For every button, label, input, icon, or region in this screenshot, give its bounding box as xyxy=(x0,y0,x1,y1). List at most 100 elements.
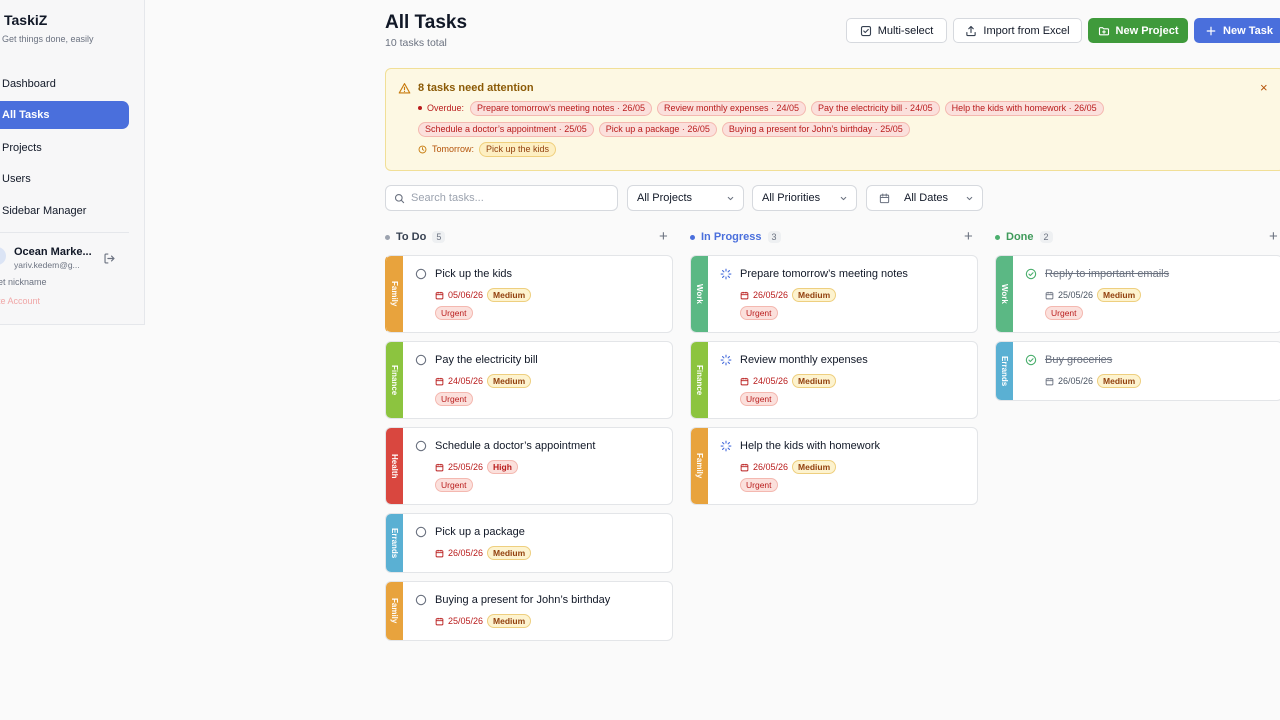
due-date: 25/05/26 xyxy=(1058,290,1094,300)
category-label: Family xyxy=(695,453,704,479)
column-title: In Progress xyxy=(701,231,762,243)
calendar-icon xyxy=(435,549,444,557)
search-icon xyxy=(394,193,405,203)
projects-filter[interactable]: All Projects xyxy=(627,185,744,211)
task-meta: 24/05/26 Medium xyxy=(740,374,837,388)
priority-badge: Medium xyxy=(487,614,532,628)
priority-badge: Medium xyxy=(1097,288,1142,302)
task-card[interactable]: Family Buying a present for John’s birth… xyxy=(385,581,673,641)
user-email: yariv.kedem@g... xyxy=(14,260,80,270)
task-title: Buying a present for John’s birthday xyxy=(435,594,611,606)
overdue-chip[interactable]: Pay the electricity bill · 24/05 xyxy=(811,100,940,116)
tomorrow-row: Tomorrow: Pick up the kids xyxy=(418,141,557,157)
task-title: Reply to important emails xyxy=(1045,268,1170,280)
task-card[interactable]: Health Schedule a doctor’s appointment 2… xyxy=(385,427,673,505)
sidebar-item-all-tasks[interactable]: All Tasks xyxy=(0,101,129,129)
new-task-button[interactable]: New Task xyxy=(1194,18,1280,43)
urgent-badge: Urgent xyxy=(435,392,473,406)
task-title: Prepare tomorrow’s meeting notes xyxy=(740,268,908,280)
logout-icon[interactable] xyxy=(103,252,116,265)
category-label: Finance xyxy=(390,364,399,396)
due-date: 24/05/26 xyxy=(753,376,789,386)
circle-icon[interactable] xyxy=(415,594,427,606)
circle-icon[interactable] xyxy=(415,268,427,280)
column-title: Done xyxy=(1006,231,1034,243)
due-date: 26/05/26 xyxy=(1058,376,1094,386)
clock-icon xyxy=(418,145,427,153)
column-count: 5 xyxy=(432,231,446,243)
avatar[interactable] xyxy=(0,247,6,265)
task-card[interactable]: Finance Review monthly expenses 24/05/26… xyxy=(690,341,978,419)
circle-icon[interactable] xyxy=(415,354,427,366)
priority-badge: High xyxy=(487,460,518,474)
delete-account-link[interactable]: te Account xyxy=(0,296,40,306)
task-card[interactable]: Errands Buy groceries 26/05/26 Medium xyxy=(995,341,1280,401)
task-title: Review monthly expenses xyxy=(740,354,868,366)
task-card[interactable]: Family Help the kids with homework 26/05… xyxy=(690,427,978,505)
sidebar-item-sidebar-manager[interactable]: Sidebar Manager xyxy=(0,197,129,225)
circle-icon[interactable] xyxy=(415,440,427,452)
import-excel-button[interactable]: Import from Excel xyxy=(953,18,1082,43)
close-icon[interactable]: × xyxy=(1260,81,1268,94)
overdue-chip[interactable]: Buying a present for John’s birthday · 2… xyxy=(721,121,910,137)
upload-icon xyxy=(966,25,977,36)
tomorrow-chip[interactable]: Pick up the kids xyxy=(479,141,557,157)
priority-badge: Medium xyxy=(487,288,532,302)
sidebar-item-users[interactable]: Users xyxy=(0,165,129,193)
task-card[interactable]: Family Pick up the kids 05/06/26 Medium … xyxy=(385,255,673,333)
task-title: Pick up a package xyxy=(435,526,525,538)
sidebar-item-dashboard[interactable]: Dashboard xyxy=(0,70,129,98)
new-project-button[interactable]: New Project xyxy=(1088,18,1188,43)
chevron-down-icon xyxy=(727,196,734,201)
add-task-icon[interactable]: + xyxy=(1269,229,1278,245)
loader-icon[interactable] xyxy=(720,268,732,280)
task-meta: 25/05/26 Medium xyxy=(1045,288,1142,302)
multi-select-button[interactable]: Multi-select xyxy=(846,18,947,43)
task-card[interactable]: Work Prepare tomorrow’s meeting notes 26… xyxy=(690,255,978,333)
add-task-icon[interactable]: + xyxy=(659,229,668,245)
urgent-badge: Urgent xyxy=(435,306,473,320)
search-input[interactable] xyxy=(411,192,601,204)
task-meta: 05/06/26 Medium xyxy=(435,288,532,302)
priorities-filter[interactable]: All Priorities xyxy=(752,185,857,211)
loader-icon[interactable] xyxy=(720,354,732,366)
set-nickname-link[interactable]: et nickname xyxy=(0,277,47,287)
sidebar-item-projects[interactable]: Projects xyxy=(0,134,129,162)
circle-icon[interactable] xyxy=(415,526,427,538)
overdue-chip[interactable]: Help the kids with homework · 26/05 xyxy=(944,100,1104,116)
chevron-down-icon xyxy=(966,196,973,201)
new-task-label: New Task xyxy=(1223,24,1273,37)
overdue-chip[interactable]: Prepare tomorrow’s meeting notes · 26/05 xyxy=(470,100,652,116)
task-card[interactable]: Finance Pay the electricity bill 24/05/2… xyxy=(385,341,673,419)
category-tag: Work xyxy=(691,256,708,332)
add-task-icon[interactable]: + xyxy=(964,229,973,245)
overdue-chip[interactable]: Review monthly expenses · 24/05 xyxy=(656,100,807,116)
priority-badge: Medium xyxy=(792,374,837,388)
tomorrow-label: Tomorrow: xyxy=(432,144,475,154)
category-tag: Family xyxy=(386,582,403,640)
task-meta: 26/05/26 Medium xyxy=(740,288,837,302)
urgent-badge: Urgent xyxy=(1045,306,1083,320)
brand-name: TaskiZ xyxy=(4,12,48,28)
dates-filter[interactable]: All Dates xyxy=(866,185,983,211)
category-tag: Family xyxy=(386,256,403,332)
task-title: Schedule a doctor’s appointment xyxy=(435,440,596,452)
sidebar: TaskiZ Get things done, easily Dashboard… xyxy=(0,0,145,325)
calendar-icon xyxy=(740,377,749,385)
user-name: Ocean Marke... xyxy=(14,246,92,258)
task-card[interactable]: Work Reply to important emails 25/05/26 … xyxy=(995,255,1280,333)
calendar-icon xyxy=(435,617,444,625)
check-circle-icon[interactable] xyxy=(1025,268,1037,280)
overdue-chip[interactable]: Schedule a doctor’s appointment · 25/05 xyxy=(418,121,594,137)
status-dot-icon xyxy=(690,234,695,240)
task-card[interactable]: Errands Pick up a package 26/05/26 Mediu… xyxy=(385,513,673,573)
column-header-todo: To Do 5 xyxy=(385,229,446,245)
loader-icon[interactable] xyxy=(720,440,732,452)
overdue-chip[interactable]: Pick up a package · 26/05 xyxy=(598,121,717,137)
due-date: 05/06/26 xyxy=(448,290,484,300)
check-circle-icon[interactable] xyxy=(1025,354,1037,366)
folder-plus-icon xyxy=(1098,26,1109,35)
brand-tagline: Get things done, easily xyxy=(2,34,94,44)
plus-icon xyxy=(1206,26,1216,35)
alert-title: 8 tasks need attention xyxy=(418,82,534,94)
